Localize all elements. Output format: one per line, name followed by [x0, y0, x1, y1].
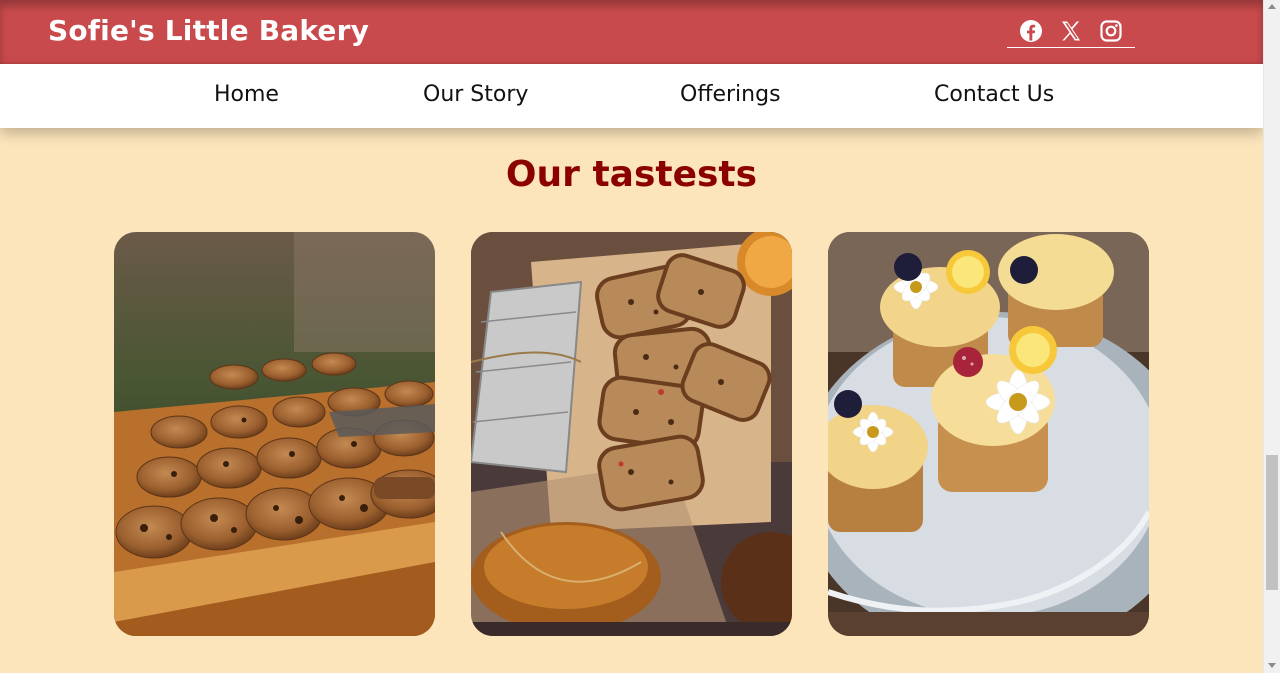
gallery-image-breads [471, 232, 792, 636]
nav-contact-us[interactable]: Contact Us [934, 82, 1054, 107]
scrollbar-thumb[interactable] [1266, 455, 1278, 590]
scroll-up-arrow-icon[interactable] [1268, 4, 1276, 9]
nav-home[interactable]: Home [214, 82, 279, 107]
gallery-image-cupcakes [828, 232, 1149, 636]
nav-our-story[interactable]: Our Story [423, 82, 528, 107]
vertical-scrollbar[interactable] [1263, 0, 1280, 673]
instagram-icon[interactable] [1099, 19, 1123, 43]
social-links [1007, 16, 1135, 48]
nav-offerings[interactable]: Offerings [680, 82, 781, 107]
scroll-down-arrow-icon[interactable] [1268, 663, 1276, 668]
section-heading: Our tastests [505, 154, 758, 195]
main-nav: Home Our Story Offerings Contact Us [0, 64, 1263, 128]
gallery-image-cookies [114, 232, 435, 636]
facebook-icon[interactable] [1019, 19, 1043, 43]
top-bar: Sofie's Little Bakery [0, 0, 1263, 64]
page: Sofie's Little Bakery Home Our Story Off… [0, 0, 1263, 673]
brand-title[interactable]: Sofie's Little Bakery [48, 14, 369, 47]
x-icon[interactable] [1059, 19, 1083, 43]
